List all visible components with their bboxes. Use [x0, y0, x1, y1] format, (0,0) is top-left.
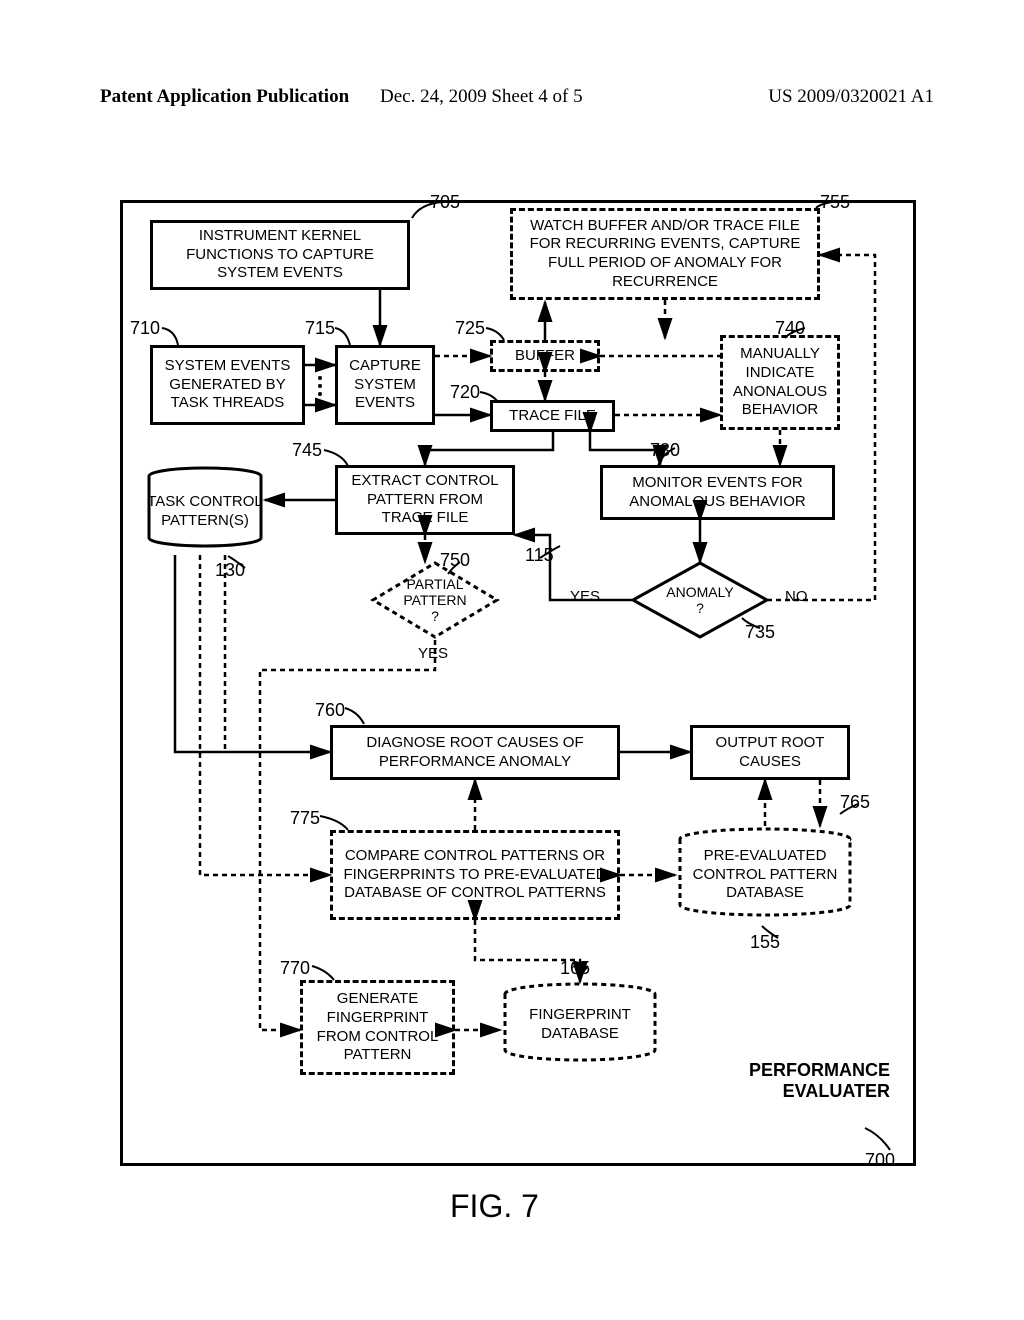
ref-715: 715 — [305, 318, 335, 339]
box-725: BUFFER — [490, 340, 600, 372]
box-760: DIAGNOSE ROOT CAUSES OF PERFORMANCE ANOM… — [330, 725, 620, 780]
page-header: Patent Application Publication Dec. 24, … — [0, 86, 1024, 108]
ref-155: 155 — [750, 932, 780, 953]
header-left: Patent Application Publication — [100, 86, 349, 107]
cyl-165: FINGERPRINT DATABASE — [500, 990, 660, 1060]
ref-700: 700 — [865, 1150, 895, 1171]
label-yes-750: YES — [418, 645, 448, 662]
box-730: MONITOR EVENTS FOR ANOMALOUS BEHAVIOR — [600, 465, 835, 520]
box-770: GENERATE FINGERPRINT FROM CONTROL PATTER… — [300, 980, 455, 1075]
cyl-155-label: PRE-EVALUATED CONTROL PATTERN DATABASE — [675, 847, 855, 903]
box-755: WATCH BUFFER AND/OR TRACE FILE FOR RECUR… — [510, 208, 820, 300]
ref-705: 705 — [430, 192, 460, 213]
ref-735: 735 — [745, 622, 775, 643]
label-yes-735: YES — [570, 588, 600, 605]
cyl-155: PRE-EVALUATED CONTROL PATTERN DATABASE — [675, 835, 855, 915]
system-title: PERFORMANCE EVALUATER — [700, 1060, 890, 1102]
diamond-750: PARTIAL PATTERN ? — [370, 560, 500, 640]
box-705: INSTRUMENT KERNEL FUNCTIONS TO CAPTURE S… — [150, 220, 410, 290]
cyl-130: TASK CONTROL PATTERN(S) — [145, 472, 265, 552]
cyl-165-label: FINGERPRINT DATABASE — [500, 1006, 660, 1044]
ref-710: 710 — [130, 318, 160, 339]
diamond-750-label: PARTIAL PATTERN ? — [370, 560, 500, 640]
ref-750: 750 — [440, 550, 470, 571]
ref-740: 740 — [775, 318, 805, 339]
ref-755: 755 — [820, 192, 850, 213]
cyl-130-label: TASK CONTROL PATTERN(S) — [145, 493, 265, 531]
ref-765: 765 — [840, 792, 870, 813]
ref-720: 720 — [450, 382, 480, 403]
ref-730: 730 — [650, 440, 680, 461]
ref-165: 165 — [560, 958, 590, 979]
figure-canvas: INSTRUMENT KERNEL FUNCTIONS TO CAPTURE S… — [120, 190, 920, 1180]
ref-130: 130 — [215, 560, 245, 581]
box-765: OUTPUT ROOT CAUSES — [690, 725, 850, 780]
box-740: MANUALLY INDICATE ANONALOUS BEHAVIOR — [720, 335, 840, 430]
box-745: EXTRACT CONTROL PATTERN FROM TRACE FILE — [335, 465, 515, 535]
ref-770: 770 — [280, 958, 310, 979]
ref-760: 760 — [315, 700, 345, 721]
label-no-735: NO — [785, 588, 808, 605]
box-710: SYSTEM EVENTS GENERATED BY TASK THREADS — [150, 345, 305, 425]
ref-115: 115 — [525, 545, 554, 566]
header-mid: Dec. 24, 2009 Sheet 4 of 5 — [380, 86, 583, 108]
ref-775: 775 — [290, 808, 320, 829]
header-right: US 2009/0320021 A1 — [768, 86, 934, 108]
box-715: CAPTURE SYSTEM EVENTS — [335, 345, 435, 425]
figure-label: FIG. 7 — [450, 1188, 539, 1225]
ref-745: 745 — [292, 440, 322, 461]
ref-725: 725 — [455, 318, 485, 339]
box-775: COMPARE CONTROL PATTERNS OR FINGERPRINTS… — [330, 830, 620, 920]
box-720: TRACE FILE — [490, 400, 615, 432]
